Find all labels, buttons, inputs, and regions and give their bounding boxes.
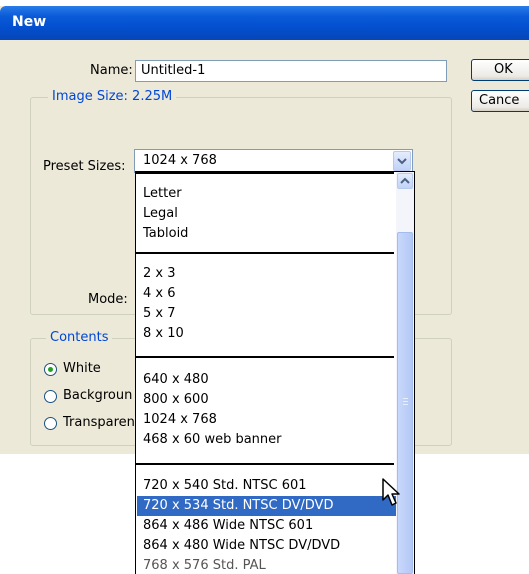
window-title: New [12,14,47,30]
radio-background[interactable] [44,390,57,403]
list-item-864x480-wide-ntsc-dvd[interactable]: 864 x 480 Wide NTSC DV/DVD [143,536,340,556]
mode-label: Mode: [88,292,128,307]
list-separator [136,252,394,254]
list-item-1024x768[interactable]: 1024 x 768 [143,410,217,430]
mouse-pointer-icon [382,478,400,506]
list-item-4x6[interactable]: 4 x 6 [143,284,176,304]
preset-sizes-dropdown-list[interactable]: Letter Legal Tabloid 2 x 3 4 x 6 5 x 7 8… [135,171,415,574]
name-label: Name: [90,63,133,78]
chevron-up-icon [400,177,410,184]
list-separator [136,172,394,174]
name-input[interactable]: Untitled-1 [135,60,447,82]
list-item-720x534-ntsc-dvd-highlighted[interactable]: 720 x 534 Std. NTSC DV/DVD [137,496,400,516]
list-separator [136,356,394,358]
list-item-640x480[interactable]: 640 x 480 [143,370,209,390]
list-scrollbar[interactable] [396,172,414,574]
preset-sizes-label: Preset Sizes: [43,159,126,174]
radio-white-label: White [63,361,101,376]
list-item-5x7[interactable]: 5 x 7 [143,304,176,324]
radio-selected-dot [48,367,53,372]
dropdown-arrow-button[interactable] [393,151,411,171]
list-item-8x10[interactable]: 8 x 10 [143,324,184,344]
list-item-2x3[interactable]: 2 x 3 [143,264,176,284]
scrollbar-thumb[interactable] [397,232,413,574]
preset-sizes-select[interactable]: 1024 x 768 [134,149,413,173]
radio-transparent-label: Transparen [63,415,135,430]
scroll-up-button[interactable] [397,173,413,189]
radio-background-label: Backgroun [63,388,133,403]
list-item-tabloid[interactable]: Tabloid [143,224,188,244]
preset-sizes-value: 1024 x 768 [143,153,217,168]
list-item-letter[interactable]: Letter [143,184,182,204]
chevron-down-icon [397,158,407,165]
list-item-864x486-wide-ntsc601[interactable]: 864 x 486 Wide NTSC 601 [143,516,313,536]
ok-button[interactable]: OK [471,59,529,81]
list-item-legal[interactable]: Legal [143,204,178,224]
cancel-button-label: Cance [479,93,520,108]
cancel-button[interactable]: Cance [471,90,529,112]
list-item-768x576-pal[interactable]: 768 x 576 Std. PAL [143,556,266,574]
radio-transparent[interactable] [44,417,57,430]
title-bar[interactable]: New [0,6,529,40]
list-item-web-banner[interactable]: 468 x 60 web banner [143,430,282,450]
radio-white[interactable] [44,363,57,376]
name-input-value: Untitled-1 [141,63,206,78]
list-item-800x600[interactable]: 800 x 600 [143,390,209,410]
image-size-label: Image Size: 2.25M [48,89,177,104]
list-separator [136,463,394,465]
list-item-720x540-ntsc601[interactable]: 720 x 540 Std. NTSC 601 [143,476,307,496]
ok-button-label: OK [494,62,513,77]
thumb-grip [403,401,408,402]
contents-legend: Contents [46,330,113,345]
thumb-grip [403,398,408,399]
thumb-grip [403,404,408,405]
